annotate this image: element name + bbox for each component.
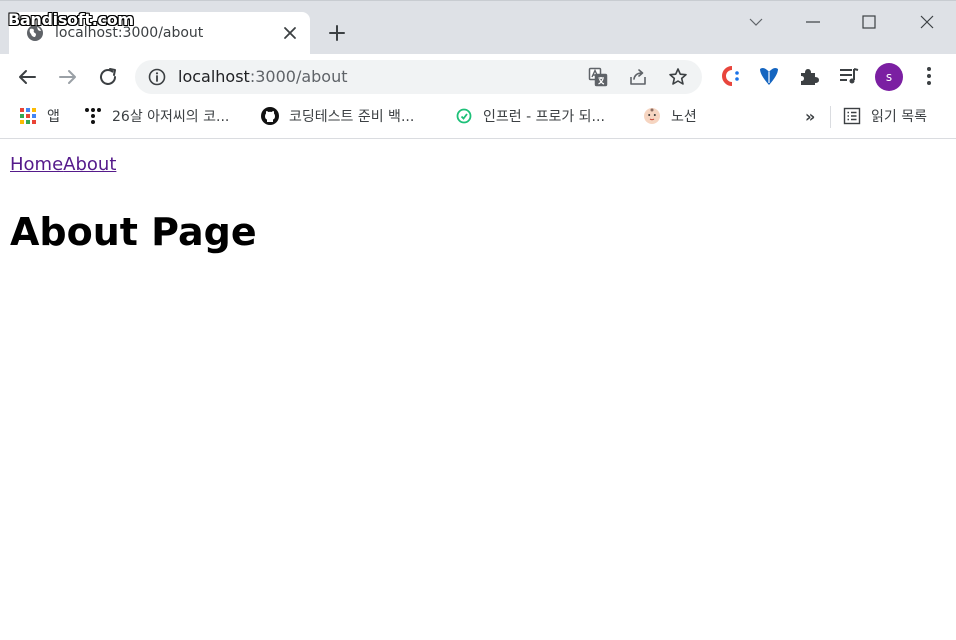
tab-strip: Bandisoft.com localhost:3000/about: [0, 0, 956, 55]
bookmark-notion[interactable]: 노션: [643, 106, 697, 126]
plus-icon[interactable]: [327, 23, 347, 43]
bookmark-apps[interactable]: 앱: [19, 106, 60, 126]
c-extension-icon[interactable]: [717, 64, 741, 88]
apps-grid-icon: [20, 108, 36, 124]
heart-extension-icon[interactable]: [757, 64, 781, 88]
bookmarks-separator: [830, 106, 831, 128]
bookmarks-overflow-button[interactable]: »: [805, 106, 815, 126]
inflearn-icon: [456, 108, 472, 124]
bookmark-blog[interactable]: 26살 아저씨의 코...: [84, 106, 229, 126]
github-icon: [261, 107, 279, 125]
notion-icon: [644, 108, 660, 124]
reading-list-label: 읽기 목록: [871, 109, 927, 125]
media-queue-icon[interactable]: [837, 64, 861, 88]
arrow-right-icon[interactable]: [56, 65, 80, 89]
nav-link-about[interactable]: About: [63, 154, 116, 175]
bookmark-label: 노션: [671, 109, 697, 125]
puzzle-icon[interactable]: [797, 64, 821, 88]
share-icon[interactable]: [628, 67, 648, 87]
watermark-text: Bandisoft.com: [8, 10, 134, 29]
arrow-left-icon[interactable]: [15, 65, 39, 89]
url-path: :3000/about: [249, 67, 348, 86]
bookmarks-bar: 앱 26살 아저씨의 코... 코딩테스트 준비 백... 인프런 - 프로가 …: [0, 99, 956, 139]
maximize-icon[interactable]: [860, 13, 878, 31]
profile-avatar[interactable]: s: [875, 63, 903, 91]
bookmark-github[interactable]: 코딩테스트 준비 백...: [261, 106, 414, 126]
bookmark-label: 코딩테스트 준비 백...: [289, 109, 415, 125]
url-text[interactable]: localhost:3000/about: [178, 67, 348, 86]
site-info-icon[interactable]: [148, 68, 166, 86]
kebab-menu-icon[interactable]: [917, 64, 941, 88]
reading-list-button[interactable]: 읽기 목록: [843, 106, 927, 126]
dots-logo-icon: [85, 108, 101, 124]
address-bar[interactable]: localhost:3000/about: [135, 60, 702, 94]
bookmark-label: 인프런 - 프로가 되...: [483, 109, 605, 125]
site-nav: HomeAbout: [10, 154, 116, 175]
chevron-down-icon[interactable]: [747, 13, 765, 31]
bookmark-inflearn[interactable]: 인프런 - 프로가 되...: [455, 106, 605, 126]
page-viewport: HomeAbout About Page: [0, 140, 956, 640]
close-icon[interactable]: [918, 13, 936, 31]
minimize-icon[interactable]: [804, 13, 822, 31]
nav-link-home[interactable]: Home: [10, 154, 63, 175]
reading-list-icon: [843, 107, 861, 125]
url-host: localhost: [178, 67, 250, 86]
page-title: About Page: [10, 210, 257, 254]
close-icon[interactable]: [281, 24, 299, 42]
reload-icon[interactable]: [96, 65, 120, 89]
star-icon[interactable]: [668, 67, 688, 87]
bookmark-label: 26살 아저씨의 코...: [112, 109, 230, 125]
bookmark-label: 앱: [47, 109, 60, 125]
translate-icon[interactable]: [588, 67, 608, 87]
browser-toolbar: localhost:3000/about s: [0, 54, 956, 99]
